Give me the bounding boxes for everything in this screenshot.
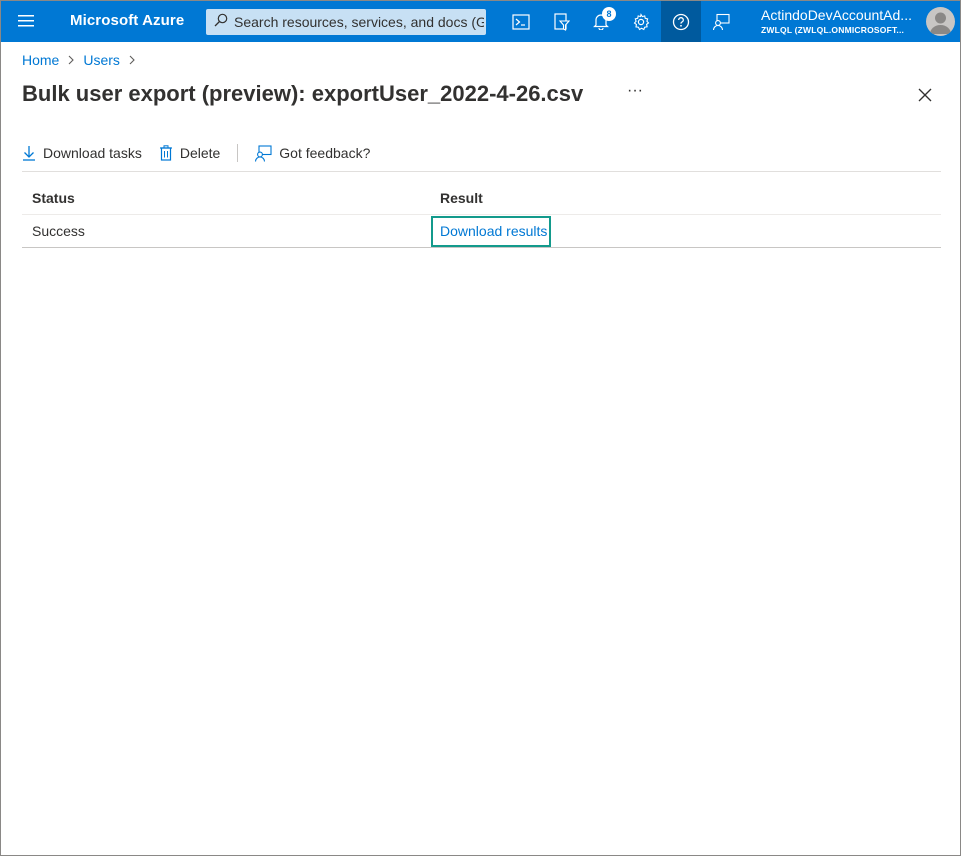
download-tasks-button[interactable]: Download tasks: [22, 145, 142, 161]
download-tasks-label: Download tasks: [43, 145, 142, 161]
feedback-icon[interactable]: [701, 1, 741, 42]
help-question-icon[interactable]: [661, 1, 701, 42]
breadcrumb: Home Users: [22, 52, 144, 68]
breadcrumb-users[interactable]: Users: [83, 52, 120, 68]
search-icon: [214, 13, 228, 32]
brand-title[interactable]: Microsoft Azure: [70, 12, 184, 29]
delete-label: Delete: [179, 145, 221, 161]
feedback-label: Got feedback?: [279, 145, 371, 161]
avatar[interactable]: [926, 7, 955, 36]
feedback-person-icon: [255, 144, 272, 162]
column-header-status[interactable]: Status: [32, 182, 75, 214]
more-options-icon[interactable]: ···: [625, 83, 645, 103]
notifications-count-badge: 8: [602, 7, 616, 21]
account-name: ActindoDevAccountAd...: [761, 7, 912, 23]
table-row: Success Download results: [22, 215, 941, 248]
portal-window: Microsoft Azure 8 ActindoDevAccountAd.: [0, 0, 961, 856]
download-results-link[interactable]: Download results: [431, 216, 551, 247]
status-cell: Success: [32, 223, 85, 239]
chevron-right-icon: [67, 55, 75, 65]
hamburger-menu-icon[interactable]: [11, 6, 41, 36]
directory-filter-icon[interactable]: [541, 1, 581, 42]
feedback-button[interactable]: Got feedback?: [254, 144, 371, 162]
global-search[interactable]: [206, 9, 486, 35]
download-icon: [23, 146, 35, 161]
trash-icon: [159, 145, 172, 161]
command-bar-divider: [22, 171, 941, 172]
cloud-shell-icon[interactable]: [501, 1, 541, 42]
breadcrumb-home[interactable]: Home: [22, 52, 59, 68]
account-directory: ZWLQL (ZWLQL.ONMICROSOFT...: [761, 25, 905, 35]
page-title: Bulk user export (preview): exportUser_2…: [22, 81, 584, 106]
table-header-row: Status Result: [22, 182, 941, 215]
account-menu[interactable]: ActindoDevAccountAd... ZWLQL (ZWLQL.ONMI…: [761, 7, 921, 35]
close-icon[interactable]: [913, 83, 937, 107]
top-bar: Microsoft Azure 8 ActindoDevAccountAd.: [1, 1, 960, 42]
chevron-right-icon: [128, 55, 136, 65]
settings-gear-icon[interactable]: [621, 1, 661, 42]
notifications-bell-icon[interactable]: 8: [581, 1, 621, 42]
delete-button[interactable]: Delete: [159, 145, 220, 161]
column-header-result[interactable]: Result: [440, 182, 483, 214]
command-bar: Download tasks Delete Got feedback?: [22, 139, 387, 167]
command-divider: [237, 144, 239, 162]
results-table: Status Result Success Download results: [22, 182, 941, 248]
search-input[interactable]: [234, 14, 484, 30]
